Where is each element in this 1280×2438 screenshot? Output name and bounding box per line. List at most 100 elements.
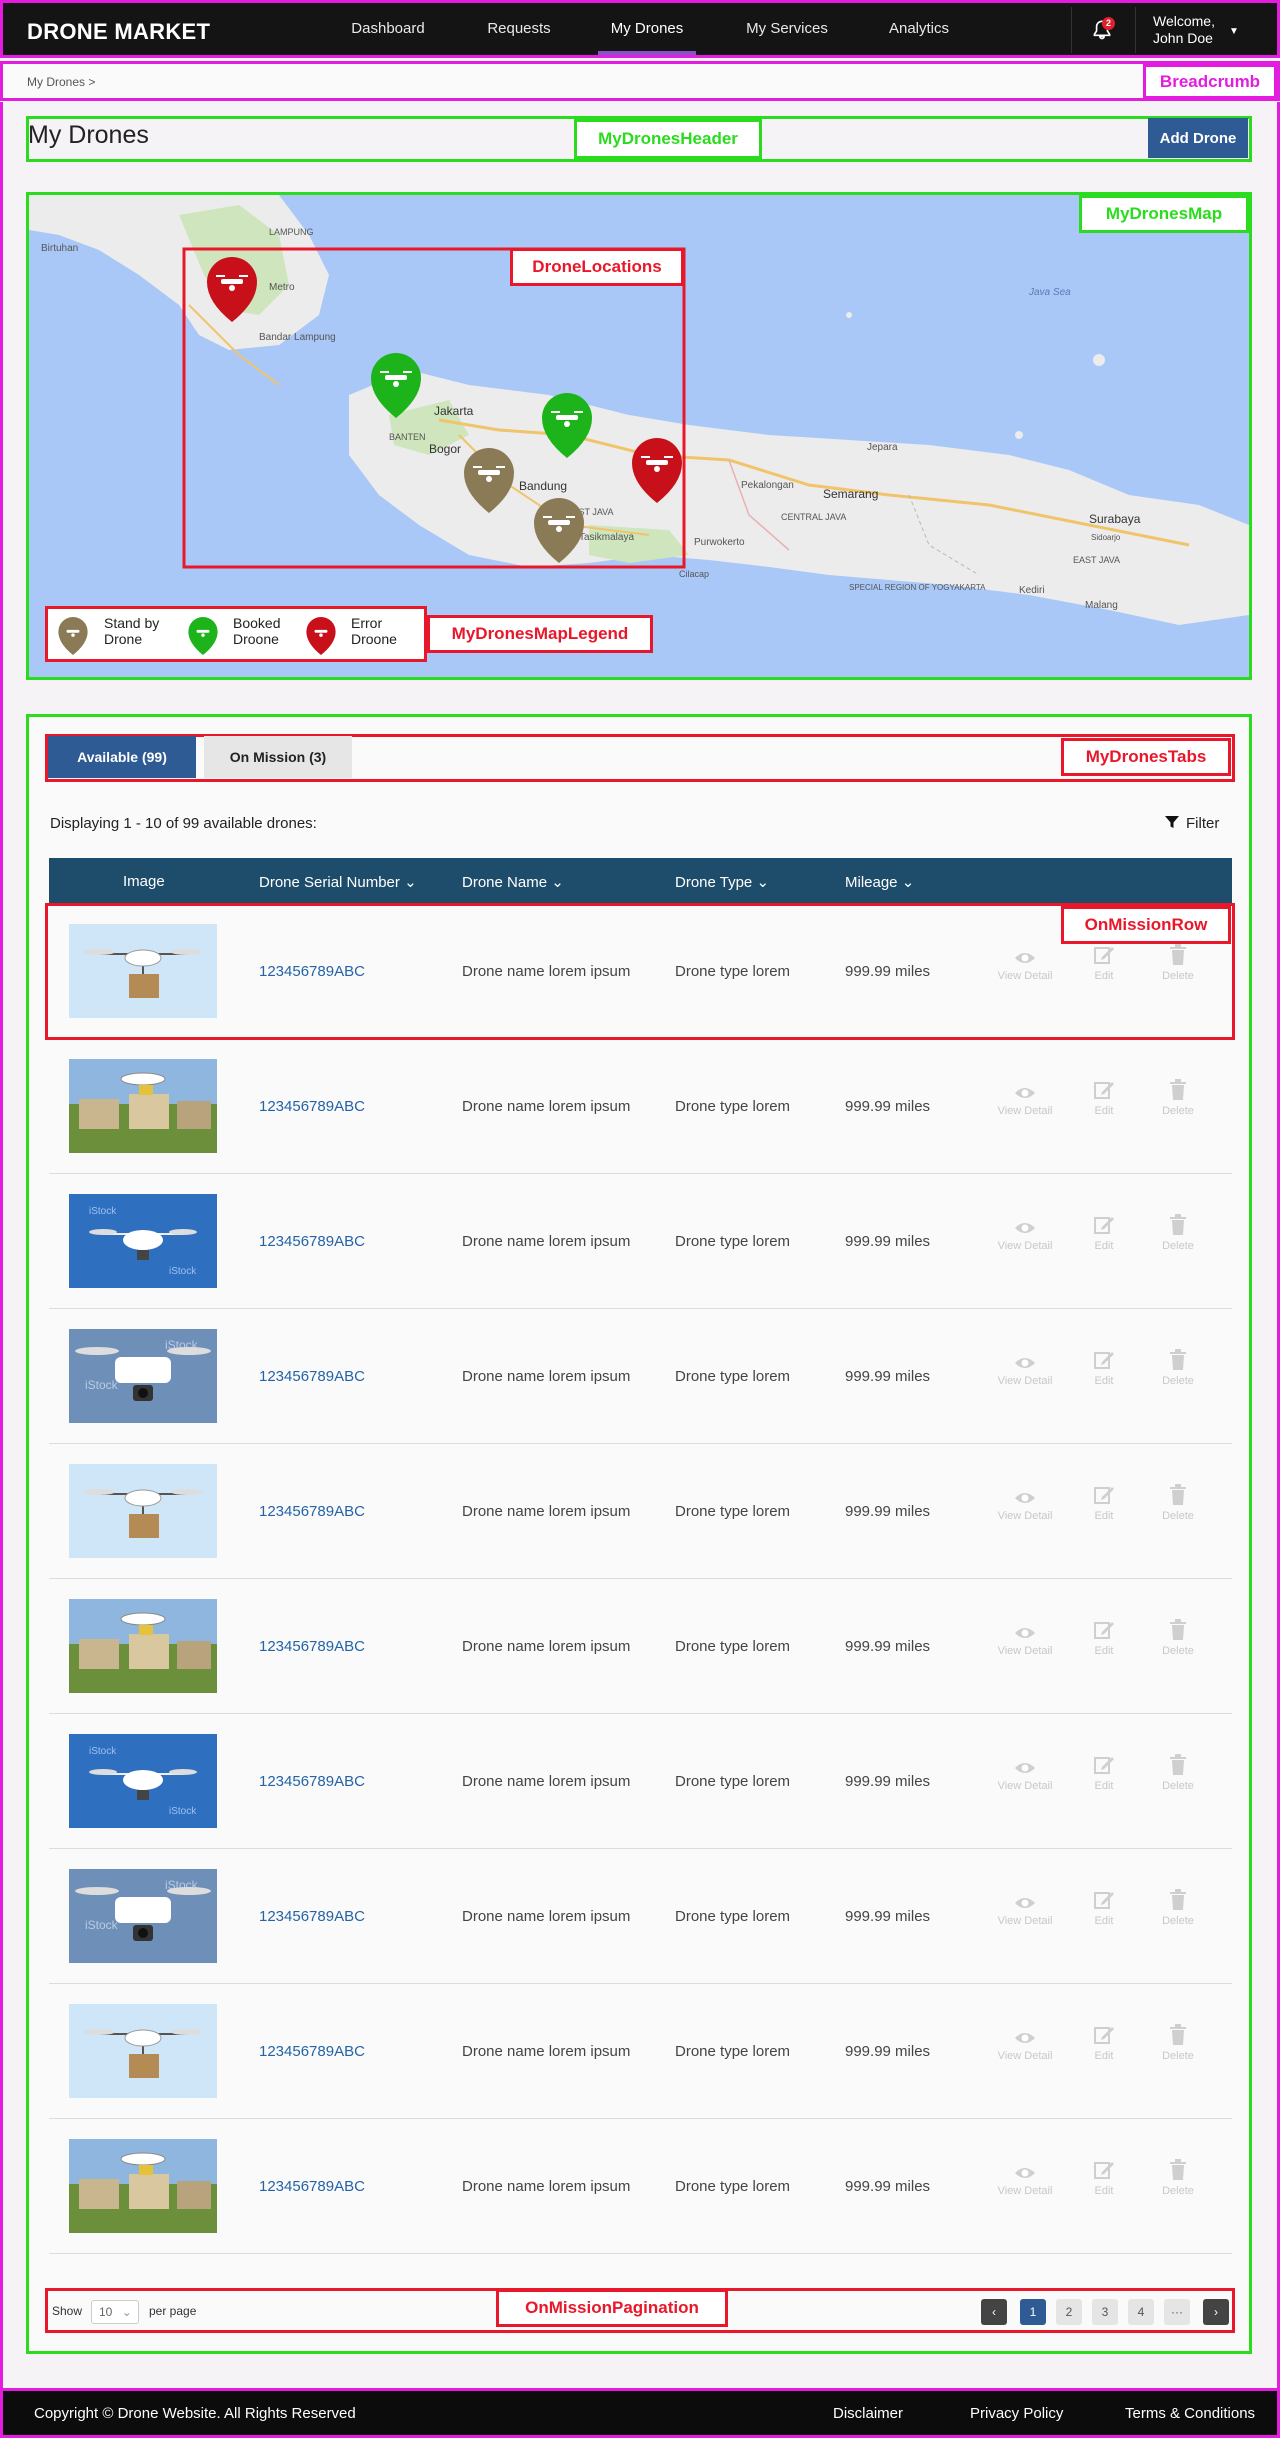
table-row[interactable]: iStock iStock 123456789ABC Drone name lorem… <box>49 1714 1232 1849</box>
delete-button[interactable]: Delete <box>1143 1889 1213 1927</box>
drone-serial-link[interactable]: 123456789ABC <box>259 1503 365 1520</box>
tab-available[interactable]: Available (99) <box>48 736 196 778</box>
terms-link[interactable]: Terms & Conditions <box>1125 2405 1255 2422</box>
next-page-button[interactable]: › <box>1203 2299 1229 2325</box>
table-row[interactable]: 123456789ABC Drone name lorem ipsum Drone … <box>49 1039 1232 1174</box>
drone-serial-link[interactable]: 123456789ABC <box>259 1773 365 1790</box>
delete-button[interactable]: Delete <box>1143 2159 1213 2197</box>
table-row[interactable]: 123456789ABC Drone name lorem ipsum Drone … <box>49 1984 1232 2119</box>
table-row[interactable]: iStock iStock 123456789ABC Drone name lorem… <box>49 1849 1232 1984</box>
nav-item-my-services[interactable]: My Services <box>731 3 843 55</box>
drone-image[interactable] <box>69 1464 217 1558</box>
drone-type: Drone type lorem <box>675 1233 791 1250</box>
brand-logo[interactable]: DRONE MARKET <box>27 19 210 45</box>
view-detail-button[interactable]: View Detail <box>990 1085 1060 1117</box>
edit-icon <box>1094 1217 1114 1234</box>
edit-button[interactable]: Edit <box>1069 2024 1139 2062</box>
edit-button[interactable]: Edit <box>1069 1349 1139 1387</box>
edit-icon <box>1094 1082 1114 1099</box>
privacy-policy-link[interactable]: Privacy Policy <box>970 2405 1063 2422</box>
delete-button[interactable]: Delete <box>1143 1484 1213 1522</box>
nav-item-requests[interactable]: Requests <box>467 3 571 55</box>
edit-icon <box>1094 1892 1114 1909</box>
view-detail-button[interactable]: View Detail <box>990 1355 1060 1387</box>
drone-image[interactable]: iStock iStock <box>69 1194 217 1288</box>
delete-button[interactable]: Delete <box>1143 1619 1213 1657</box>
drone-serial-link[interactable]: 123456789ABC <box>259 1368 365 1385</box>
drone-serial-link[interactable]: 123456789ABC <box>259 2178 365 2195</box>
edit-button[interactable]: Edit <box>1069 1079 1139 1117</box>
edit-button[interactable]: Edit <box>1069 1889 1139 1927</box>
per-page-select[interactable]: 10 ⌄ <box>91 2300 139 2324</box>
table-row[interactable]: 123456789ABC Drone name lorem ipsum Drone … <box>49 2119 1232 2254</box>
edit-button[interactable]: Edit <box>1069 1754 1139 1792</box>
drone-image[interactable]: iStock iStock <box>69 1734 217 1828</box>
eye-icon <box>1015 1763 1035 1773</box>
header-type[interactable]: Drone Type ⌄ <box>675 873 769 891</box>
drone-mileage: 999.99 miles <box>845 1233 931 1250</box>
page-2[interactable]: 2 <box>1056 2299 1082 2325</box>
annotation-pagination: OnMissionPagination <box>496 2289 728 2327</box>
view-detail-button[interactable]: View Detail <box>990 2165 1060 2197</box>
prev-page-button[interactable]: ‹ <box>981 2299 1007 2325</box>
view-detail-button[interactable]: View Detail <box>990 1760 1060 1792</box>
drone-serial-link[interactable]: 123456789ABC <box>259 2043 365 2060</box>
table-row[interactable]: iStock iStock 123456789ABC Drone name lorem… <box>49 1174 1232 1309</box>
header-name[interactable]: Drone Name ⌄ <box>462 873 564 891</box>
drone-image[interactable] <box>69 2004 217 2098</box>
page-3[interactable]: 3 <box>1092 2299 1118 2325</box>
header-serial[interactable]: Drone Serial Number ⌄ <box>259 873 417 891</box>
filter-button[interactable]: Filter <box>1164 814 1219 832</box>
edit-button[interactable]: Edit <box>1069 2159 1139 2197</box>
page-1[interactable]: 1 <box>1020 2299 1046 2325</box>
drone-serial-link[interactable]: 123456789ABC <box>259 1638 365 1655</box>
view-detail-button[interactable]: View Detail <box>990 1895 1060 1927</box>
drone-mileage: 999.99 miles <box>845 1908 931 1925</box>
drone-name: Drone name lorem ipsum <box>462 1098 631 1115</box>
map-label: SPECIAL REGION OF YOGYAKARTA <box>849 583 986 592</box>
breadcrumb-my-drones[interactable]: My Drones > <box>27 75 95 89</box>
eye-icon <box>1015 1898 1035 1908</box>
disclaimer-link[interactable]: Disclaimer <box>833 2405 903 2422</box>
chevron-down-icon: ⌄ <box>901 874 915 891</box>
drone-image[interactable] <box>69 1599 217 1693</box>
view-detail-button[interactable]: View Detail <box>990 1490 1060 1522</box>
nav-item-my-drones[interactable]: My Drones <box>598 3 696 55</box>
nav-item-analytics[interactable]: Analytics <box>871 3 967 55</box>
page-4[interactable]: 4 <box>1128 2299 1154 2325</box>
delete-label: Delete <box>1162 1780 1194 1792</box>
view-detail-button[interactable]: View Detail <box>990 2030 1060 2062</box>
drone-serial-link[interactable]: 123456789ABC <box>259 1908 365 1925</box>
drone-type: Drone type lorem <box>675 1773 791 1790</box>
edit-button[interactable]: Edit <box>1069 1214 1139 1252</box>
delete-button[interactable]: Delete <box>1143 1754 1213 1792</box>
nav-item-dashboard[interactable]: Dashboard <box>336 3 440 55</box>
drone-image[interactable]: iStock iStock <box>69 1329 217 1423</box>
delete-button[interactable]: Delete <box>1143 1079 1213 1117</box>
table-row[interactable]: iStock iStock 123456789ABC Drone name lorem… <box>49 1309 1232 1444</box>
drone-image[interactable] <box>69 2139 217 2233</box>
table-row[interactable]: 123456789ABC Drone name lorem ipsum Drone … <box>49 1444 1232 1579</box>
drone-image[interactable]: iStock iStock <box>69 1869 217 1963</box>
view-detail-button[interactable]: View Detail <box>990 1625 1060 1657</box>
delete-button[interactable]: Delete <box>1143 1349 1213 1387</box>
edit-button[interactable]: Edit <box>1069 1619 1139 1657</box>
table-row[interactable]: 123456789ABC Drone name lorem ipsum Drone … <box>49 1579 1232 1714</box>
map-label: Jepara <box>867 442 898 453</box>
user-menu[interactable]: Welcome, John Doe ▼ <box>1153 13 1239 47</box>
drone-serial-link[interactable]: 123456789ABC <box>259 1098 365 1115</box>
drone-image[interactable] <box>69 1059 217 1153</box>
delete-button[interactable]: Delete <box>1143 2024 1213 2062</box>
tab-on-mission[interactable]: On Mission (3) <box>204 736 352 778</box>
page-ellipsis[interactable]: ··· <box>1164 2299 1190 2325</box>
drone-name: Drone name lorem ipsum <box>462 1908 631 1925</box>
header-mileage[interactable]: Mileage ⌄ <box>845 873 914 891</box>
display-count-text: Displaying 1 - 10 of 99 available drones… <box>50 815 317 832</box>
delete-button[interactable]: Delete <box>1143 1214 1213 1252</box>
drone-serial-link[interactable]: 123456789ABC <box>259 1233 365 1250</box>
edit-button[interactable]: Edit <box>1069 1484 1139 1522</box>
edit-icon <box>1094 2162 1114 2179</box>
view-detail-button[interactable]: View Detail <box>990 1220 1060 1252</box>
delete-label: Delete <box>1162 1915 1194 1927</box>
add-drone-button[interactable]: Add Drone <box>1148 118 1248 158</box>
